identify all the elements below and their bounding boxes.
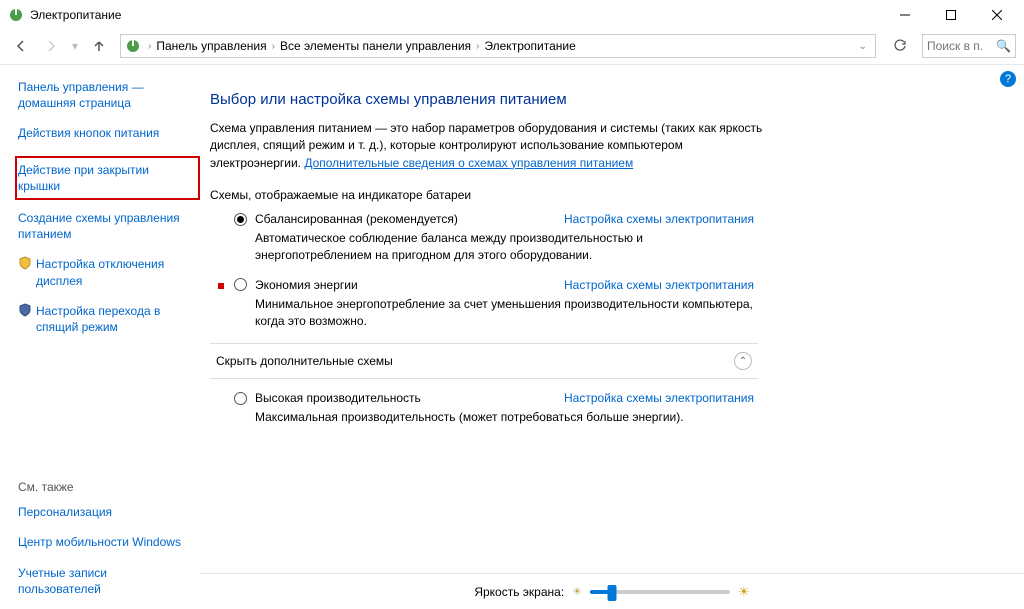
chevron-right-icon[interactable]: › [473,41,482,52]
sidebar-create-plan[interactable]: Создание схемы управления питанием [18,210,200,242]
plan-balanced-desc: Автоматическое соблюдение баланса между … [255,230,754,264]
hide-additional-plans[interactable]: Скрыть дополнительные схемы ⌃ [210,343,758,379]
plan-balanced-name: Сбалансированная (рекомендуется) [255,212,458,226]
close-button[interactable] [974,0,1020,30]
minimize-button[interactable] [882,0,928,30]
recent-dropdown[interactable]: ▾ [68,33,82,59]
plan-powersaver-desc: Минимальное энергопотребление за счет ум… [255,296,754,330]
shield-icon [18,256,32,270]
seealso-accounts[interactable]: Учетные записи пользователей [18,565,200,597]
radio-powersaver[interactable] [234,278,247,291]
page-heading: Выбор или настройка схемы управления пит… [210,91,1012,108]
section-displayed-plans: Схемы, отображаемые на индикаторе батаре… [210,188,1012,202]
shield-icon [18,303,32,317]
sun-dim-icon: ☀ [572,585,582,598]
power-icon [8,7,24,23]
sidebar-home[interactable]: Панель управления — домашняя страница [18,79,200,111]
learn-more-link[interactable]: Дополнительные сведения о схемах управле… [304,156,633,170]
chevron-down-icon[interactable]: ⌄ [855,41,871,52]
plan-highperf-settings[interactable]: Настройка схемы электропитания [564,391,754,405]
window-title: Электропитание [30,8,882,22]
see-also-heading: См. также [18,480,200,494]
search-box[interactable]: 🔍 [922,34,1016,58]
sidebar-lid-close[interactable]: Действие при закрытии крышки [15,156,200,200]
plan-powersaver-name: Экономия энергии [255,278,358,292]
brightness-label: Яркость экрана: [474,585,564,599]
brightness-slider[interactable] [590,590,730,594]
search-icon[interactable]: 🔍 [996,39,1011,53]
forward-button [38,33,64,59]
radio-balanced[interactable] [234,213,247,226]
plan-powersaver-settings[interactable]: Настройка схемы электропитания [564,278,754,292]
power-icon [125,38,141,54]
maximize-button[interactable] [928,0,974,30]
up-button[interactable] [86,33,112,59]
refresh-button[interactable] [888,34,912,58]
seealso-personalization[interactable]: Персонализация [18,504,200,520]
breadcrumb-item[interactable]: Все элементы панели управления [278,39,473,53]
seealso-mobility[interactable]: Центр мобильности Windows [18,534,200,550]
radio-highperf[interactable] [234,392,247,405]
help-button[interactable]: ? [1000,71,1016,87]
plan-highperf-name: Высокая производительность [255,391,421,405]
plan-highperf-desc: Максимальная производительность (может п… [255,409,754,426]
back-button[interactable] [8,33,34,59]
plan-balanced-settings[interactable]: Настройка схемы электропитания [564,212,754,226]
marker-icon [218,283,224,289]
sidebar-display-off[interactable]: Настройка отключения дисплея [18,256,200,288]
chevron-up-icon: ⌃ [734,352,752,370]
search-input[interactable] [927,39,983,53]
address-bar[interactable]: › Панель управления › Все элементы панел… [120,34,876,58]
chevron-right-icon[interactable]: › [145,41,154,52]
sidebar-sleep[interactable]: Настройка перехода в спящий режим [18,303,200,335]
sun-bright-icon: ☀ [738,584,750,600]
breadcrumb-item[interactable]: Электропитание [482,39,577,53]
chevron-right-icon[interactable]: › [269,41,278,52]
sidebar-power-buttons[interactable]: Действия кнопок питания [18,125,200,141]
breadcrumb-item[interactable]: Панель управления [154,39,268,53]
